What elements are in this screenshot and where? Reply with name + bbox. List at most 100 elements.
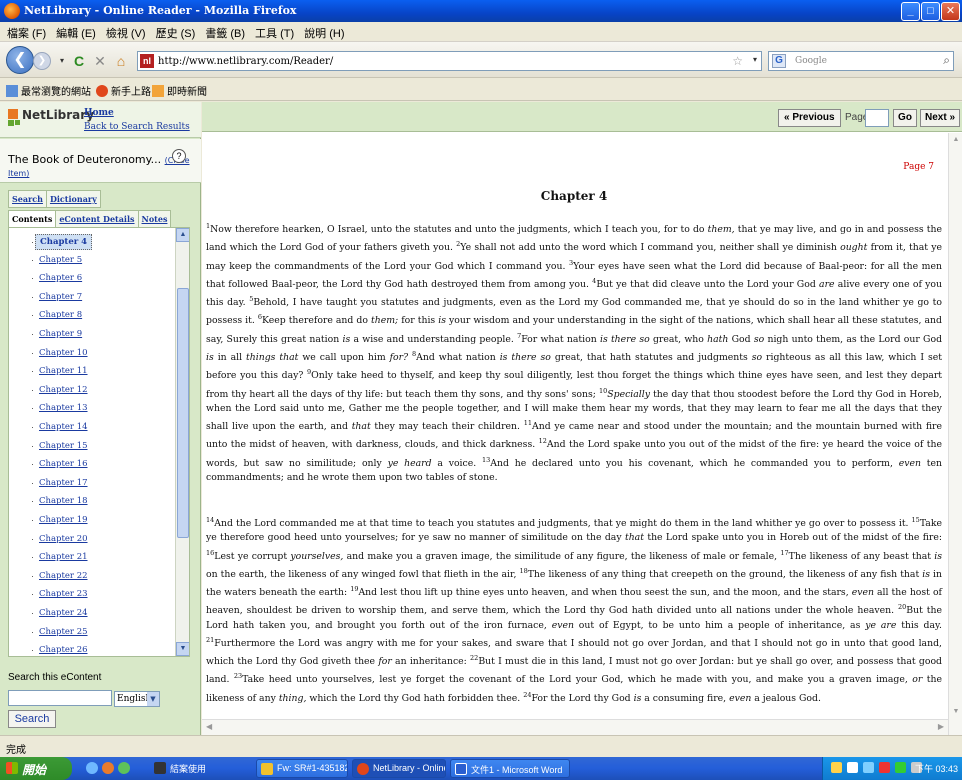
table-of-contents: ▲ ▼ · Chapter 4 · Chapter 5 · Chapter 6 · Chapt…: [8, 227, 190, 657]
verse-text: And lest thou lift up thine eyes unto he…: [358, 587, 852, 599]
menu-edit[interactable]: 編輯 (E): [51, 22, 101, 44]
page-number-input[interactable]: [865, 109, 889, 127]
url-dropdown-icon[interactable]: ▾: [753, 55, 757, 64]
scroll-thumb[interactable]: [177, 288, 189, 538]
toc-bullet: ·: [31, 496, 34, 507]
taskbar-item-firefox[interactable]: NetLibrary - Online R...: [352, 759, 446, 778]
toc-item-chapter-26[interactable]: Chapter 26: [39, 645, 88, 655]
scroll-up-icon[interactable]: ▲: [949, 133, 962, 147]
scroll-right-icon[interactable]: ▶: [938, 722, 944, 731]
next-page-button[interactable]: Next »: [920, 109, 960, 127]
toc-item-chapter-6[interactable]: Chapter 6: [39, 273, 82, 283]
tab-contents[interactable]: Contents: [8, 210, 57, 228]
toc-item-chapter-22[interactable]: Chapter 22: [39, 571, 88, 581]
toc-item-chapter-16[interactable]: Chapter 16: [39, 459, 88, 469]
toc-item-chapter-10[interactable]: Chapter 10: [39, 348, 88, 358]
toc-item-chapter-13[interactable]: Chapter 13: [39, 403, 88, 413]
taskbar-item-word[interactable]: 文件1 - Microsoft Word: [450, 759, 570, 778]
start-label: 開始: [22, 763, 47, 777]
toc-item-chapter-4[interactable]: Chapter 4: [35, 234, 93, 250]
taskbar-item-outlook[interactable]: Fw: SR#1-435182515 ...: [256, 759, 348, 778]
toc-item-chapter-21[interactable]: Chapter 21: [39, 552, 88, 562]
menu-bookmarks[interactable]: 書籤 (B): [200, 22, 250, 44]
menu-view[interactable]: 檢視 (V): [101, 22, 151, 44]
tray-icon[interactable]: [863, 762, 874, 773]
scroll-left-icon[interactable]: ◀: [206, 722, 212, 731]
page-horizontal-scrollbar[interactable]: ◀ ▶: [202, 719, 948, 735]
back-button[interactable]: ❮: [6, 46, 34, 74]
toc-item-chapter-18[interactable]: Chapter 18: [39, 496, 88, 506]
menu-history[interactable]: 歷史 (S): [151, 22, 201, 44]
menu-file[interactable]: 檔案 (F): [2, 22, 51, 44]
menu-tools[interactable]: 工具 (T): [250, 22, 299, 44]
toc-item-chapter-14[interactable]: Chapter 14: [39, 422, 88, 432]
tray-icon[interactable]: [831, 762, 842, 773]
tray-icon[interactable]: [879, 762, 890, 773]
google-icon[interactable]: G: [772, 54, 786, 68]
scroll-up-icon[interactable]: ▲: [176, 228, 189, 242]
search-button[interactable]: Search: [8, 710, 56, 728]
toc-item-chapter-11[interactable]: Chapter 11: [39, 366, 88, 376]
toc-item-chapter-7[interactable]: Chapter 7: [39, 292, 82, 302]
toc-item-chapter-24[interactable]: Chapter 24: [39, 608, 88, 618]
page-vertical-scrollbar[interactable]: ▲ ▼: [948, 133, 962, 735]
toc-item-chapter-9[interactable]: Chapter 9: [39, 329, 82, 339]
bookmark-getting-started[interactable]: 新手上路: [96, 83, 151, 98]
maximize-button[interactable]: □: [921, 2, 940, 21]
reload-icon[interactable]: C: [70, 52, 88, 70]
taskbar-item-label: Fw: SR#1-435182515 ...: [277, 763, 347, 773]
toc-item-chapter-5[interactable]: Chapter 5: [39, 255, 82, 265]
tray-icon[interactable]: [895, 762, 906, 773]
language-select[interactable]: English ▼: [114, 691, 160, 707]
bookmark-most-visited[interactable]: 最常瀏覽的網站: [6, 83, 91, 98]
toc-item-chapter-19[interactable]: Chapter 19: [39, 515, 88, 525]
forward-button[interactable]: ❯: [33, 52, 51, 70]
history-dropdown-icon[interactable]: ▾: [53, 52, 71, 70]
minimize-button[interactable]: _: [901, 2, 920, 21]
firefox-bookmark-icon: [96, 85, 108, 97]
bookmark-live-news[interactable]: 即時新聞: [152, 83, 207, 98]
toc-scrollbar[interactable]: ▲ ▼: [175, 228, 189, 656]
stop-icon[interactable]: ✕: [91, 52, 109, 70]
tab-econtent-details[interactable]: eContent Details: [55, 210, 139, 228]
verse-text: Now therefore hearken, O Israel, unto th…: [210, 224, 708, 236]
scroll-down-icon[interactable]: ▼: [176, 642, 189, 656]
toc-bullet: ·: [31, 589, 34, 600]
tab-search[interactable]: Search: [8, 190, 47, 208]
menu-help[interactable]: 說明 (H): [299, 22, 349, 44]
go-button[interactable]: Go: [893, 109, 917, 127]
econtent-search-input[interactable]: [8, 690, 112, 706]
firefox-icon: [357, 763, 369, 775]
toc-item-chapter-12[interactable]: Chapter 12: [39, 385, 88, 395]
magnifier-icon[interactable]: ⌕: [943, 53, 950, 68]
verse-text: And what nation: [416, 352, 500, 364]
taskbar-group[interactable]: 結案使用: [150, 759, 230, 778]
toc-item-chapter-25[interactable]: Chapter 25: [39, 627, 88, 637]
address-bar[interactable]: nl http://www.netlibrary.com/Reader/ ☆ ▾: [137, 51, 762, 71]
quicklaunch-app-icon[interactable]: [118, 762, 130, 774]
scroll-down-icon[interactable]: ▼: [949, 705, 962, 719]
logo-square-small-icon: [15, 120, 20, 125]
verse-text: a consuming fire,: [641, 692, 730, 704]
search-bar[interactable]: G Google ⌕: [768, 51, 954, 71]
toc-item-chapter-20[interactable]: Chapter 20: [39, 534, 88, 544]
verse-text: For what nation: [521, 333, 600, 345]
verse-text: things that: [246, 352, 299, 364]
toc-item-chapter-8[interactable]: Chapter 8: [39, 310, 82, 320]
start-button[interactable]: 開始: [0, 757, 72, 780]
tray-icon[interactable]: [847, 762, 858, 773]
toc-item-chapter-23[interactable]: Chapter 23: [39, 589, 88, 599]
quicklaunch-firefox-icon[interactable]: [102, 762, 114, 774]
back-to-results-link[interactable]: Back to Search Results: [84, 122, 190, 132]
toc-item-chapter-15[interactable]: Chapter 15: [39, 441, 88, 451]
home-icon[interactable]: ⌂: [112, 52, 130, 70]
home-link[interactable]: Home: [84, 108, 114, 118]
quicklaunch-ie-icon[interactable]: [86, 762, 98, 774]
help-icon[interactable]: ?: [172, 149, 186, 163]
bookmark-star-icon[interactable]: ☆: [732, 54, 743, 68]
previous-page-button[interactable]: « Previous: [778, 109, 841, 127]
tab-dictionary[interactable]: Dictionary: [45, 190, 101, 208]
tab-notes[interactable]: Notes: [137, 210, 172, 228]
close-window-button[interactable]: ✕: [941, 2, 960, 21]
toc-item-chapter-17[interactable]: Chapter 17: [39, 478, 88, 488]
